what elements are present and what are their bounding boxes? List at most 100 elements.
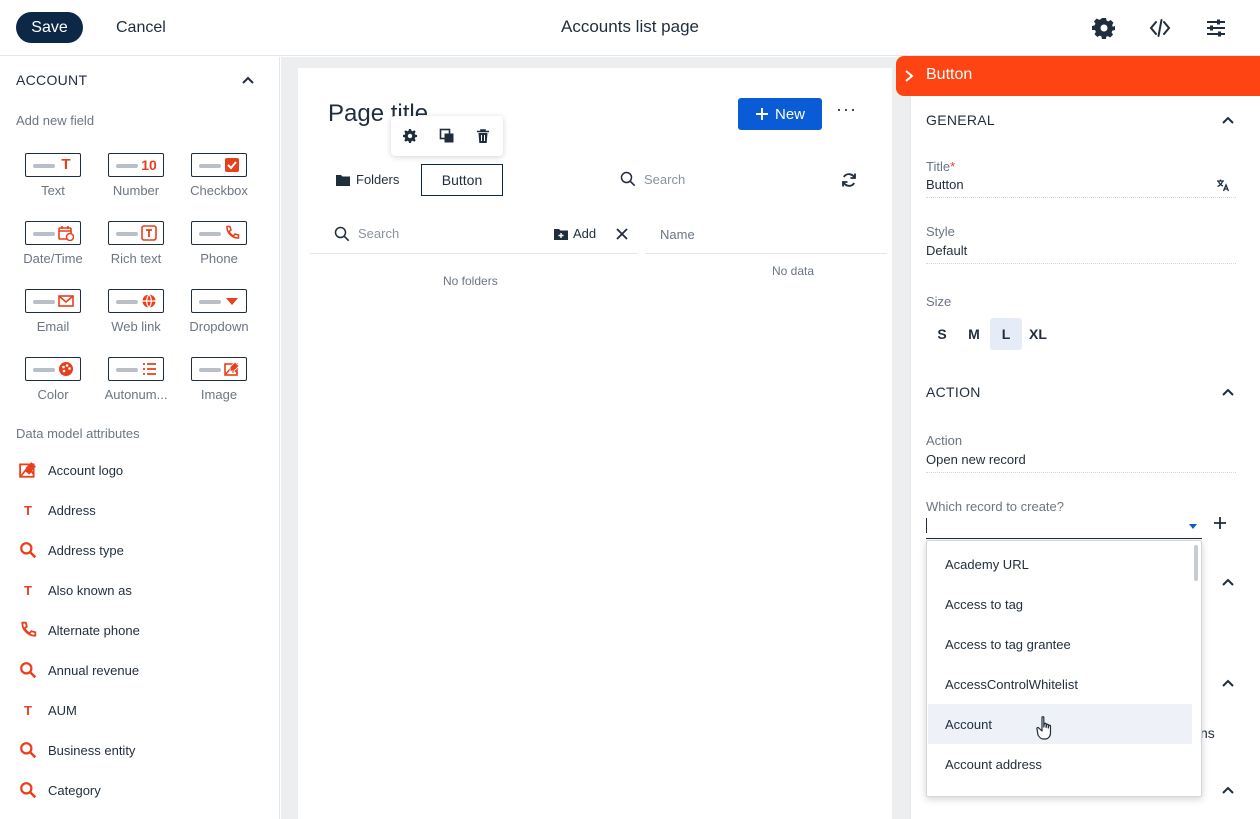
color-icon (59, 362, 73, 376)
image-icon (224, 361, 240, 376)
size-option-s[interactable]: S (926, 318, 958, 350)
style-field[interactable]: Default (926, 243, 1236, 264)
add-folder-button[interactable]: Add (554, 226, 596, 241)
sliders-icon[interactable] (1203, 14, 1229, 42)
checkbox-icon (225, 158, 239, 172)
field-tile-checkbox[interactable]: Checkbox (179, 153, 259, 213)
field-tile-richtext[interactable]: Rich text (96, 221, 176, 281)
field-tile-number[interactable]: 10 Number (96, 153, 176, 213)
chevron-up-icon[interactable] (1221, 386, 1235, 400)
globe-icon (142, 294, 156, 308)
section-title-account: ACCOUNT (16, 72, 88, 88)
field-tile-image[interactable]: Image (179, 357, 259, 417)
field-tile-datetime[interactable]: Date/Time (13, 221, 93, 281)
dropdown-option-account[interactable]: Account (928, 704, 1192, 744)
dropdown-option-access-to-tag[interactable]: Access to tag (928, 584, 1192, 624)
size-option-l[interactable]: L (990, 318, 1022, 350)
text-icon: T (24, 502, 32, 518)
which-record-label: Which record to create? (926, 499, 1065, 514)
field-tile-autonumber[interactable]: Autonum... (96, 357, 176, 417)
dropdown-option-academy-url[interactable]: Academy URL (928, 544, 1192, 584)
add-record-type-icon[interactable] (1212, 515, 1228, 531)
chevron-up-icon[interactable] (1221, 576, 1235, 590)
field-tile-email[interactable]: Email (13, 289, 93, 349)
cancel-button[interactable]: Cancel (106, 12, 176, 43)
folder-search-input[interactable]: Search (358, 226, 399, 241)
autonumber-icon (143, 363, 156, 375)
translate-icon[interactable] (1216, 178, 1230, 192)
number-icon: 10 (141, 157, 157, 173)
size-label: Size (926, 294, 952, 309)
add-new-field-label: Add new field (16, 113, 95, 128)
attribute-category[interactable]: Category (16, 778, 266, 802)
email-icon (58, 295, 74, 307)
search-icon (334, 226, 350, 242)
settings-gear-icon[interactable] (1091, 14, 1117, 42)
gear-icon[interactable] (402, 128, 418, 144)
chevron-up-icon[interactable] (1221, 677, 1235, 691)
new-button[interactable]: New (738, 98, 822, 130)
hand-pointer-icon (1036, 716, 1052, 740)
action-label: Action (926, 433, 963, 448)
more-options-icon[interactable]: ··· (836, 100, 856, 124)
attribute-account-logo[interactable]: Account logo (16, 458, 266, 482)
action-field[interactable]: Open new record (926, 452, 1236, 473)
chevron-up-icon[interactable] (1221, 784, 1235, 798)
lookup-icon (20, 542, 37, 559)
selected-button-element[interactable]: Button (421, 164, 503, 196)
dropdown-option-account-address[interactable]: Account address (928, 744, 1192, 784)
chevron-right-icon[interactable] (902, 69, 916, 83)
title-field[interactable]: Button (926, 177, 1236, 198)
dropdown-option-access-control-whitelist[interactable]: AccessControlWhitelist (928, 664, 1192, 704)
folders-tab[interactable]: Folders (336, 172, 399, 187)
refresh-icon[interactable] (841, 172, 857, 188)
search-icon (620, 171, 636, 187)
chevron-up-icon[interactable] (240, 73, 256, 89)
section-general: GENERAL (926, 112, 996, 128)
dropdown-icon (226, 298, 238, 305)
attribute-business-entity[interactable]: Business entity (16, 738, 266, 762)
folder-search-bar: Search Add (310, 214, 638, 254)
image-icon (19, 462, 36, 478)
attribute-address-type[interactable]: Address type (16, 538, 266, 562)
list-search[interactable]: Search (620, 171, 685, 187)
folder-icon (336, 174, 350, 186)
field-tile-dropdown[interactable]: Dropdown (179, 289, 259, 349)
dropdown-option-access-to-tag-grantee[interactable]: Access to tag grantee (928, 624, 1192, 664)
dropdown-scrollbar[interactable] (1194, 545, 1198, 581)
field-tile-color[interactable]: Color (13, 357, 93, 417)
close-icon[interactable] (614, 226, 630, 242)
dropdown-arrow-icon[interactable] (1188, 521, 1198, 531)
size-selector: S M L XL (926, 318, 1054, 350)
phone-icon (226, 225, 240, 239)
title-label: Title* (926, 159, 956, 174)
attribute-aum[interactable]: T AUM (16, 698, 266, 722)
record-type-input[interactable] (926, 513, 1202, 539)
no-data-text: No data (772, 264, 815, 278)
style-label: Style (926, 224, 955, 239)
code-icon[interactable] (1147, 14, 1173, 42)
page-canvas: Page title New ··· Folders Button Search… (298, 68, 892, 819)
lookup-icon (20, 742, 37, 759)
field-tile-phone[interactable]: Phone (179, 221, 259, 281)
text-caret (926, 518, 927, 533)
duplicate-icon[interactable] (439, 128, 455, 144)
size-option-xl[interactable]: XL (1022, 318, 1054, 350)
no-folders-text: No folders (443, 274, 498, 288)
trash-icon[interactable] (475, 128, 491, 144)
phone-icon (21, 621, 37, 637)
name-column-header[interactable]: Name (645, 214, 887, 254)
attribute-alternate-phone[interactable]: Alternate phone (16, 618, 266, 642)
field-tile-text[interactable]: T Text (13, 153, 93, 213)
attribute-annual-revenue[interactable]: Annual revenue (16, 658, 266, 682)
data-model-attributes-label: Data model attributes (16, 426, 140, 441)
chevron-up-icon[interactable] (1221, 114, 1235, 128)
field-tile-weblink[interactable]: Web link (96, 289, 176, 349)
text-icon: T (24, 702, 32, 718)
attribute-address[interactable]: T Address (16, 498, 266, 522)
save-button[interactable]: Save (16, 12, 83, 43)
attribute-also-known-as[interactable]: T Also known as (16, 578, 266, 602)
lookup-icon (20, 662, 37, 679)
top-bar: Save Cancel Accounts list page (0, 0, 1260, 56)
size-option-m[interactable]: M (958, 318, 990, 350)
